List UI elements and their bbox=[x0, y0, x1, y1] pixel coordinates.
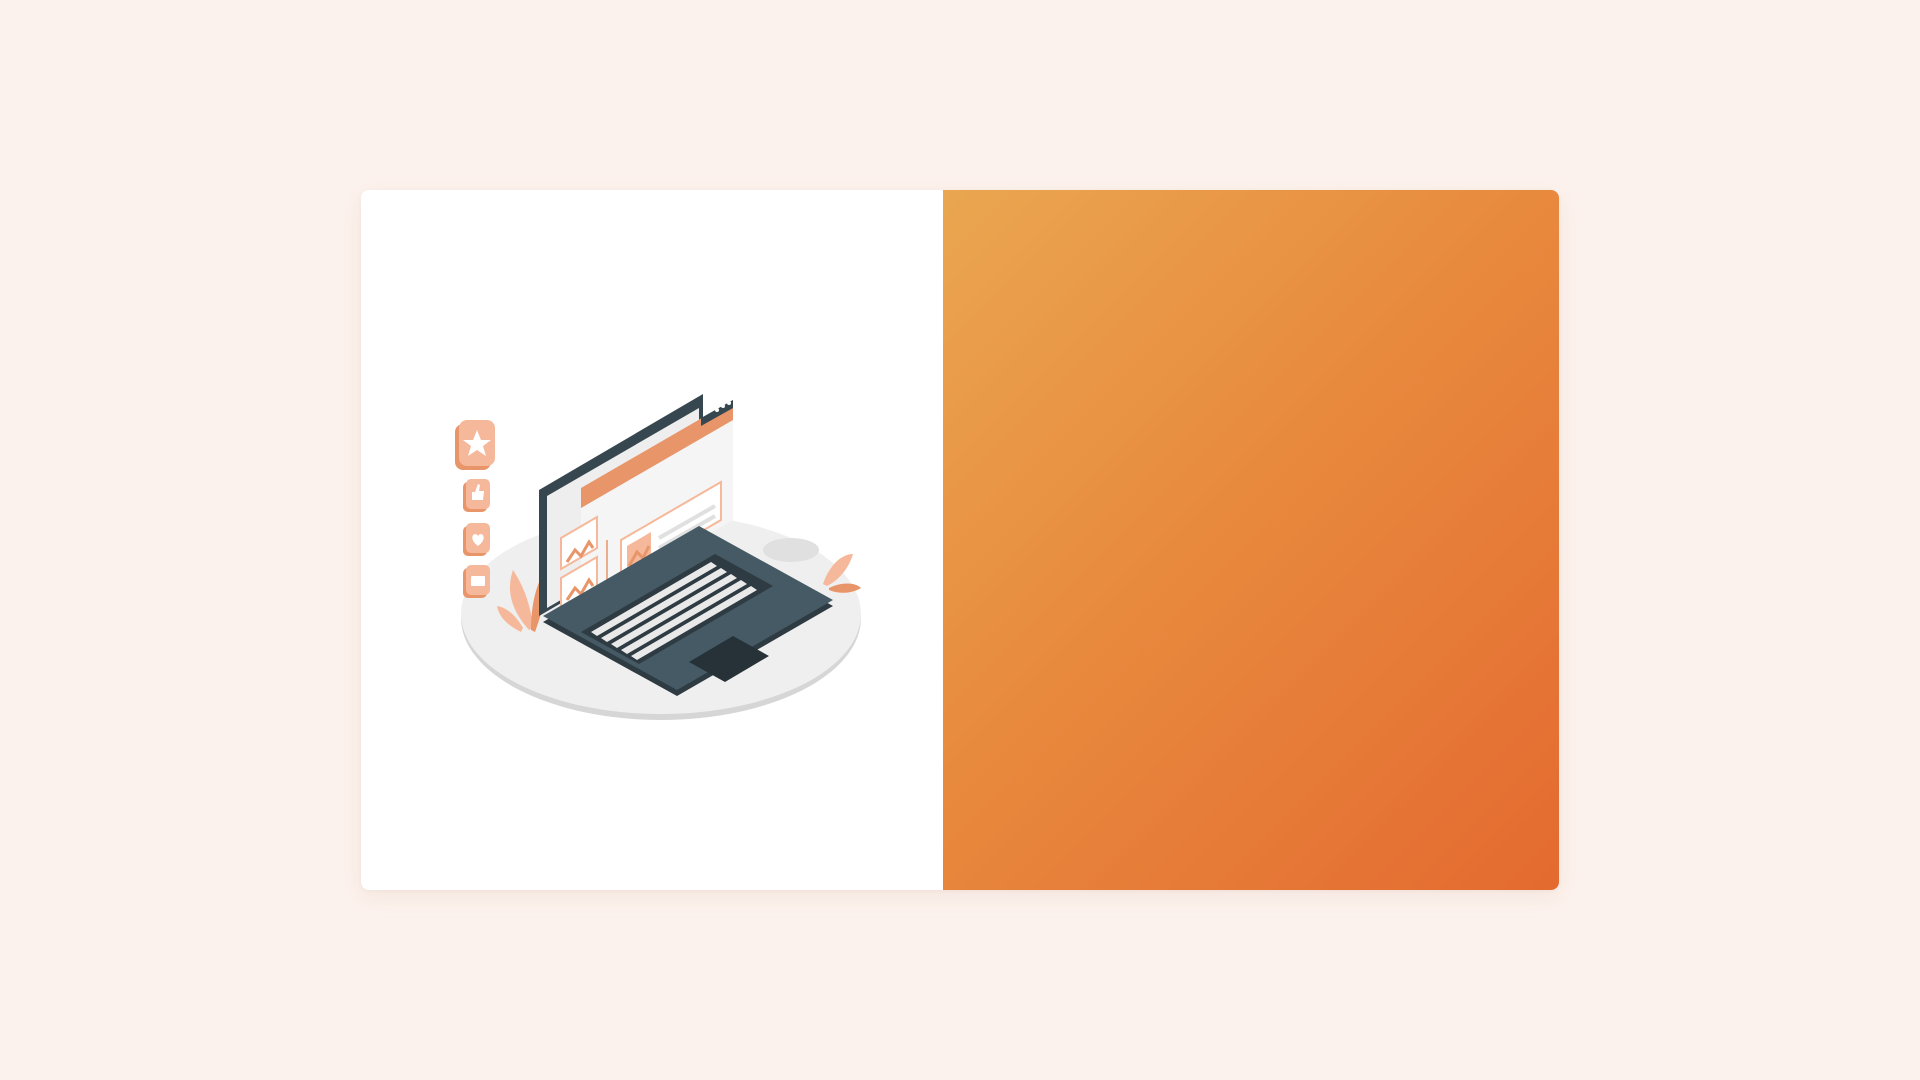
thumbs-up-icon bbox=[463, 479, 490, 512]
illustration-panel bbox=[361, 190, 943, 890]
laptop-illustration bbox=[455, 394, 861, 720]
auth-card bbox=[361, 190, 1559, 890]
heart-icon bbox=[463, 523, 490, 556]
video-icon bbox=[463, 565, 490, 598]
social-icons bbox=[455, 420, 495, 598]
gradient-panel bbox=[943, 190, 1559, 890]
star-icon bbox=[455, 420, 495, 470]
